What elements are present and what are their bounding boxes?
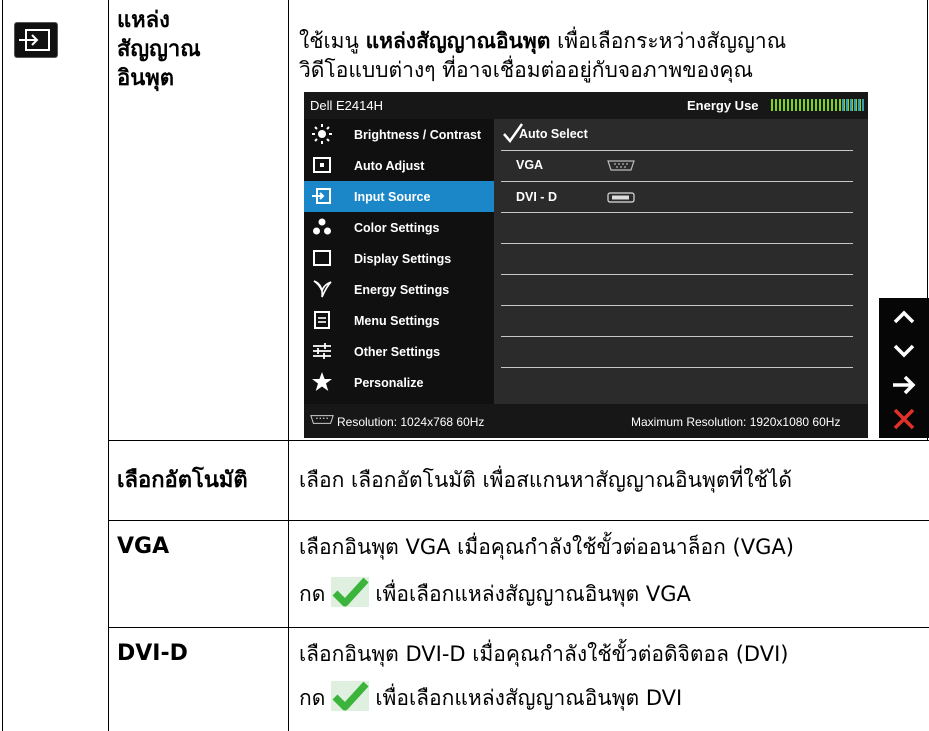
osd-option-dvi-d: DVI - D <box>516 190 557 204</box>
osd-menu-item-energy-settings: Energy Settings <box>304 274 494 305</box>
osd-option-divider <box>501 150 853 151</box>
osd-menu-item-label: Personalize <box>354 376 424 390</box>
osd-option-vga: VGA <box>516 158 544 172</box>
input-source-icon <box>312 188 331 204</box>
osd-max-resolution: Maximum Resolution: 1920x1080 60Hz <box>631 415 841 429</box>
color-settings-icon <box>313 218 331 235</box>
osd-option-divider <box>501 274 853 275</box>
vga-connector-icon <box>310 415 334 424</box>
osd-menu-list: Brightness / Contrast Auto Adjust Input … <box>304 119 494 404</box>
auto-select-description: เลือก เลือกอัตโนมัติ เพื่อสแกนหาสัญญาณอิ… <box>299 468 793 492</box>
input-source-description-line1: ใช้เมนู แหล่งสัญญาณอินพุต เพื่อเลือกระหว… <box>299 29 787 53</box>
brightness-icon <box>312 124 332 144</box>
osd-model-name: Dell E2414H <box>310 98 383 113</box>
table-row-divider <box>108 627 929 628</box>
row-heading-input-source: แหล่ง สัญญาณ อินพุต <box>117 8 201 91</box>
input-source-icon <box>14 22 58 58</box>
table-row-divider <box>108 440 929 441</box>
osd-menu-item-label: Menu Settings <box>354 314 440 328</box>
osd-menu-screenshot: Dell E2414H Energy Use Brightness / Cont… <box>304 92 868 438</box>
osd-option-divider <box>501 181 853 182</box>
table-border-left <box>2 0 3 731</box>
osd-menu-item-label: Auto Adjust <box>354 159 425 173</box>
osd-menu-item-input-source: Input Source <box>304 181 494 212</box>
vga-description-line2: กด เพื่อเลือกแหล่งสัญญาณอินพุต VGA <box>299 577 691 609</box>
row-heading-auto-select: เลือกอัตโนมัติ <box>117 468 248 493</box>
table-row-divider <box>108 520 929 521</box>
osd-menu-item-personalize: Personalize <box>304 367 494 398</box>
table-border-col2 <box>288 0 289 731</box>
osd-current-resolution: Resolution: 1024x768 60Hz <box>337 415 485 429</box>
osd-option-divider <box>501 367 853 368</box>
green-check-icon <box>331 681 370 711</box>
right-arrow-icon <box>893 375 916 395</box>
osd-option-divider <box>501 336 853 337</box>
table-border-col1 <box>108 0 109 731</box>
osd-menu-item-label: Color Settings <box>354 221 440 235</box>
up-arrow-icon <box>893 310 915 324</box>
osd-energy-label: Energy Use <box>687 98 759 113</box>
down-arrow-icon <box>893 344 915 358</box>
star-icon <box>312 372 332 391</box>
osd-menu-item-display-settings: Display Settings <box>304 243 494 274</box>
osd-header: Dell E2414H Energy Use <box>304 92 868 119</box>
close-x-icon <box>893 408 915 430</box>
energy-use-meter-remaining <box>842 99 864 111</box>
osd-menu-item-menu-settings: Menu Settings <box>304 305 494 336</box>
osd-footer: Resolution: 1024x768 60Hz Maximum Resolu… <box>304 404 868 438</box>
auto-adjust-icon <box>313 157 331 173</box>
osd-menu-item-label: Other Settings <box>354 345 441 359</box>
row-heading-vga: VGA <box>117 534 170 559</box>
osd-option-divider <box>501 212 853 213</box>
dvi-description-line1: เลือกอินพุต DVI-D เมื่อคุณกำลังใช้ขั้วต่… <box>299 642 789 666</box>
energy-leaf-icon <box>313 280 332 298</box>
osd-menu-item-brightness-contrast: Brightness / Contrast <box>304 119 494 150</box>
other-settings-icon <box>313 343 331 359</box>
vga-connector-icon <box>607 160 635 171</box>
osd-menu-item-label: Brightness / Contrast <box>354 128 482 142</box>
osd-option-divider <box>501 243 853 244</box>
osd-menu-item-label: Display Settings <box>354 252 452 266</box>
osd-option-auto-select: Auto Select <box>519 127 588 141</box>
green-check-icon <box>331 577 370 607</box>
display-settings-icon <box>313 250 331 266</box>
vga-description-line1: เลือกอินพุต VGA เมื่อคุณกำลังใช้ขั้วต่ออ… <box>299 535 794 559</box>
osd-menu-item-label: Input Source <box>354 190 431 204</box>
osd-nav-buttons <box>879 298 929 438</box>
osd-menu-item-auto-adjust: Auto Adjust <box>304 150 494 181</box>
osd-menu-item-color-settings: Color Settings <box>304 212 494 243</box>
menu-settings-icon <box>314 311 330 329</box>
osd-option-divider <box>501 305 853 306</box>
input-source-description-line2: วิดีโอแบบต่างๆ ที่อาจเชื่อมต่ออยู่กับจอภ… <box>299 58 753 82</box>
row-heading-dvi-d: DVI-D <box>117 641 188 666</box>
dvi-description-line2: กด เพื่อเลือกแหล่งสัญญาณอินพุต DVI <box>299 681 682 713</box>
osd-options-panel: Auto Select VGA DVI - D <box>494 119 868 404</box>
dvi-connector-icon <box>607 192 635 203</box>
osd-menu-item-other-settings: Other Settings <box>304 336 494 367</box>
osd-menu-item-label: Energy Settings <box>354 283 450 297</box>
